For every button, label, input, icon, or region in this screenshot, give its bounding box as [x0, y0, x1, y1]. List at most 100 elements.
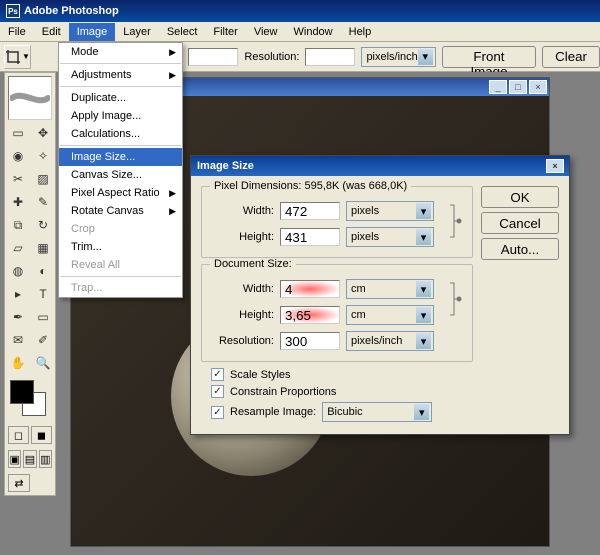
- resolution-unit-select[interactable]: pixels/inch▾: [346, 331, 434, 351]
- app-icon: Ps: [6, 4, 20, 18]
- menu-pixel-aspect-ratio[interactable]: Pixel Aspect Ratio▶: [59, 184, 182, 202]
- menu-canvas-size[interactable]: Canvas Size...: [59, 166, 182, 184]
- menu-reveal-all: Reveal All: [59, 256, 182, 274]
- eyedropper-tool[interactable]: ✐: [31, 329, 55, 351]
- quickmask-mode-button[interactable]: ◼: [31, 426, 52, 444]
- constrain-proportions-checkbox[interactable]: ✓ Constrain Proportions: [211, 385, 473, 398]
- dialog-close-button[interactable]: ×: [546, 159, 564, 173]
- chevron-down-icon: ▾: [418, 49, 433, 65]
- clear-button[interactable]: Clear: [542, 46, 600, 68]
- type-tool[interactable]: T: [31, 283, 55, 305]
- eraser-tool[interactable]: ▱: [6, 237, 30, 259]
- jump-to-imageready[interactable]: ⇄: [8, 474, 30, 492]
- px-width-input[interactable]: [280, 202, 340, 220]
- slice-tool[interactable]: ▨: [31, 168, 55, 190]
- opt-res-unit-select[interactable]: pixels/inch ▾: [361, 47, 435, 67]
- app-titlebar: Ps Adobe Photoshop: [0, 0, 600, 22]
- path-selection-tool[interactable]: ▸: [6, 283, 30, 305]
- chevron-down-icon: ▾: [416, 229, 431, 245]
- menu-image[interactable]: Image: [69, 23, 116, 41]
- healing-brush-tool[interactable]: ✚: [6, 191, 30, 213]
- doc-width-input[interactable]: [280, 280, 340, 298]
- doc-height-unit-select[interactable]: cm▾: [346, 305, 434, 325]
- menu-view[interactable]: View: [246, 23, 286, 41]
- menu-select[interactable]: Select: [159, 23, 206, 41]
- minimize-button[interactable]: _: [489, 80, 507, 94]
- pixel-dimensions-group: Pixel Dimensions: 595,8K (was 668,0K) Wi…: [201, 186, 473, 258]
- lasso-tool[interactable]: ◉: [6, 145, 30, 167]
- menu-calculations[interactable]: Calculations...: [59, 125, 182, 143]
- document-size-label: Document Size:: [210, 258, 296, 270]
- submenu-arrow-icon: ▶: [169, 70, 176, 81]
- cancel-button[interactable]: Cancel: [481, 212, 559, 234]
- menu-duplicate[interactable]: Duplicate...: [59, 89, 182, 107]
- blur-tool[interactable]: ◍: [6, 260, 30, 282]
- brush-tool[interactable]: ✎: [31, 191, 55, 213]
- menu-apply-image[interactable]: Apply Image...: [59, 107, 182, 125]
- menubar[interactable]: File Edit Image Layer Select Filter View…: [0, 22, 600, 42]
- menu-file[interactable]: File: [0, 23, 34, 41]
- px-height-unit-select[interactable]: pixels▾: [346, 227, 434, 247]
- dialog-titlebar[interactable]: Image Size ×: [191, 156, 569, 176]
- checkmark-icon: ✓: [211, 406, 224, 419]
- opt-height-input[interactable]: [188, 48, 238, 66]
- checkmark-icon: ✓: [211, 368, 224, 381]
- gradient-tool[interactable]: ▦: [31, 237, 55, 259]
- ok-button[interactable]: OK: [481, 186, 559, 208]
- resolution-input[interactable]: [280, 332, 340, 350]
- close-button[interactable]: ×: [529, 80, 547, 94]
- crop-tool-preset[interactable]: ▼: [4, 45, 31, 69]
- submenu-arrow-icon: ▶: [169, 47, 176, 58]
- scale-styles-checkbox[interactable]: ✓ Scale Styles: [211, 368, 473, 381]
- crop-tool[interactable]: ✂: [6, 168, 30, 190]
- menu-edit[interactable]: Edit: [34, 23, 69, 41]
- hand-tool[interactable]: ✋: [6, 352, 30, 374]
- px-height-input[interactable]: [280, 228, 340, 246]
- constrain-label: Constrain Proportions: [230, 386, 336, 398]
- menu-help[interactable]: Help: [341, 23, 380, 41]
- front-image-button[interactable]: Front Image: [442, 46, 536, 68]
- pen-tool[interactable]: ✒: [6, 306, 30, 328]
- screenmode-full[interactable]: ▥: [39, 450, 52, 468]
- screenmode-standard[interactable]: ▣: [8, 450, 21, 468]
- px-width-unit-select[interactable]: pixels▾: [346, 201, 434, 221]
- chevron-down-icon: ▾: [416, 307, 431, 323]
- menu-window[interactable]: Window: [286, 23, 341, 41]
- resample-method-select[interactable]: Bicubic▾: [322, 402, 432, 422]
- menu-mode[interactable]: Mode▶: [59, 43, 182, 61]
- zoom-tool[interactable]: 🔍: [31, 352, 55, 374]
- chevron-down-icon: ▾: [416, 281, 431, 297]
- maximize-button[interactable]: □: [509, 80, 527, 94]
- menu-trim[interactable]: Trim...: [59, 238, 182, 256]
- color-swatches[interactable]: [8, 378, 52, 420]
- opt-resolution-input[interactable]: [305, 48, 355, 66]
- opt-resolution-label: Resolution:: [244, 51, 299, 63]
- shape-tool[interactable]: ▭: [31, 306, 55, 328]
- doc-height-input[interactable]: [280, 306, 340, 324]
- foreground-color-swatch[interactable]: [10, 380, 34, 404]
- menu-rotate-canvas[interactable]: Rotate Canvas▶: [59, 202, 182, 220]
- screenmode-full-menubar[interactable]: ▤: [23, 450, 36, 468]
- menu-layer[interactable]: Layer: [115, 23, 159, 41]
- menu-image-size[interactable]: Image Size...: [59, 148, 182, 166]
- resample-image-checkbox[interactable]: ✓ Resample Image: Bicubic▾: [211, 402, 473, 422]
- clone-stamp-tool[interactable]: ⧉: [6, 214, 30, 236]
- px-width-label: Width:: [210, 205, 274, 217]
- dodge-tool[interactable]: ◐: [31, 260, 55, 282]
- menu-adjustments[interactable]: Adjustments▶: [59, 66, 182, 84]
- magic-wand-tool[interactable]: ✧: [31, 145, 55, 167]
- auto-button[interactable]: Auto...: [481, 238, 559, 260]
- notes-tool[interactable]: ✉: [6, 329, 30, 351]
- chevron-down-icon: ▾: [416, 203, 431, 219]
- dialog-title: Image Size: [197, 160, 254, 172]
- toolbox: ▭ ✥ ◉ ✧ ✂ ▨ ✚ ✎ ⧉ ↻ ▱ ▦ ◍ ◐ ▸ T ✒ ▭ ✉ ✐ …: [4, 72, 56, 496]
- marquee-tool[interactable]: ▭: [6, 122, 30, 144]
- image-menu-dropdown: Mode▶ Adjustments▶ Duplicate... Apply Im…: [58, 42, 183, 298]
- history-brush-tool[interactable]: ↻: [31, 214, 55, 236]
- doc-width-unit-select[interactable]: cm▾: [346, 279, 434, 299]
- menu-filter[interactable]: Filter: [205, 23, 245, 41]
- crop-icon: [5, 49, 21, 65]
- standard-mode-button[interactable]: ◻: [8, 426, 29, 444]
- move-tool[interactable]: ✥: [31, 122, 55, 144]
- link-icon: [446, 279, 464, 319]
